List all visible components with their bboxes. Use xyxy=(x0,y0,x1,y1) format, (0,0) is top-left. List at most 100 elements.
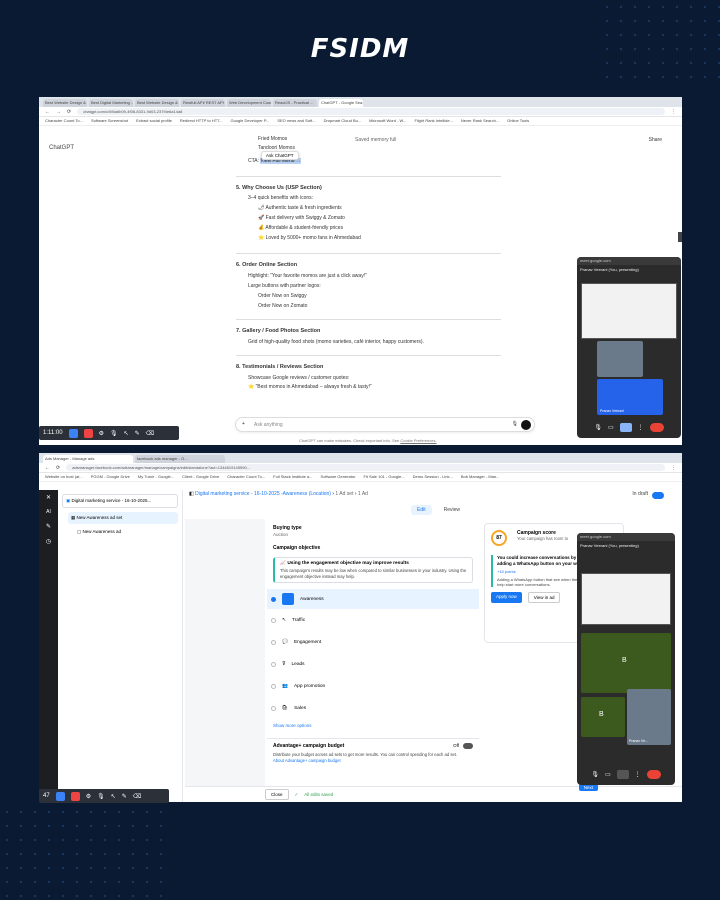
more-icon[interactable]: ⋮ xyxy=(638,424,644,431)
reload-icon[interactable]: ⟳ xyxy=(56,465,60,471)
eraser-icon[interactable]: ⌫ xyxy=(146,430,154,437)
model-selector[interactable]: ChatGPT xyxy=(49,145,74,151)
bookmark[interactable]: Online Tools xyxy=(507,118,529,124)
bookmark[interactable]: Full Stack Institute a... xyxy=(273,474,312,480)
reload-icon[interactable]: ⟳ xyxy=(67,109,71,115)
pen-icon[interactable]: ✎ xyxy=(135,430,140,437)
budget-link[interactable]: About Advantage+ campaign budget xyxy=(273,758,473,763)
chat-input[interactable]: + Ask anything 🎙 xyxy=(235,417,535,432)
bookmark[interactable]: Software Generator xyxy=(321,474,356,480)
cursor-icon[interactable]: ↖ xyxy=(111,793,116,800)
breadcrumb-ad[interactable]: 1 Ad xyxy=(358,491,368,497)
bookmark[interactable]: Fit Sale 101 - Google... xyxy=(363,474,404,480)
present-icon[interactable] xyxy=(619,423,632,432)
bookmark[interactable]: Demo Session - Link... xyxy=(413,474,453,480)
budget-toggle[interactable] xyxy=(463,743,473,749)
objective-option[interactable]: ⊽ Leads xyxy=(267,653,479,675)
bookmark[interactable]: Microsoft Word - W... xyxy=(369,118,406,124)
bookmark[interactable]: Character Count To... xyxy=(227,474,265,480)
url-field[interactable]: chatgpt.com/c/6f4a6b09-4f08-8331-9d03-23… xyxy=(77,108,665,115)
pause-button[interactable] xyxy=(55,791,65,801)
close-icon[interactable]: ✕ xyxy=(46,494,51,501)
stop-button[interactable] xyxy=(70,791,80,801)
back-icon[interactable]: ← xyxy=(45,465,50,471)
ask-chatgpt-popup[interactable]: Ask ChatGPT xyxy=(261,151,299,160)
tab[interactable]: Best Website Design & ... xyxy=(135,99,179,107)
present-icon[interactable] xyxy=(616,770,629,779)
voice-mode-icon[interactable] xyxy=(521,420,531,430)
ai-icon[interactable]: AI xyxy=(46,509,51,515)
bookmark[interactable]: Google Developer P... xyxy=(231,118,270,124)
tab[interactable]: Best Digital Marketing ... xyxy=(89,99,133,107)
show-more-options[interactable]: Show more options xyxy=(273,723,479,728)
bookmark[interactable]: My Tutoir - Google... xyxy=(138,474,174,480)
bookmark[interactable]: Extract social profile xyxy=(136,118,172,124)
objective-option[interactable]: 💬 Engagement xyxy=(267,631,479,653)
tab[interactable]: ReactJS - Practical ... xyxy=(273,99,317,107)
campaign-tree: ▣ Digital marketing service - 16-10-2025… xyxy=(58,490,183,802)
mic-icon[interactable]: 🎙 xyxy=(594,424,602,431)
bookmark[interactable]: SEO news and Soft... xyxy=(277,118,315,124)
settings-icon[interactable]: ⚙ xyxy=(86,793,91,800)
camera-icon[interactable]: ▭ xyxy=(605,771,611,778)
participant-name: Pranav Ve... xyxy=(629,739,649,743)
camera-icon[interactable]: ▭ xyxy=(608,424,614,431)
mic-icon[interactable]: 🎙 xyxy=(591,771,599,778)
plus-icon[interactable]: + xyxy=(242,421,245,427)
pen-icon[interactable]: ✎ xyxy=(122,793,127,800)
tree-campaign[interactable]: ▣ Digital marketing service - 16-10-2025… xyxy=(62,494,178,508)
review-tab[interactable]: Review xyxy=(438,505,466,515)
bookmark[interactable]: Never Rank Search... xyxy=(461,118,499,124)
history-icon[interactable]: ◷ xyxy=(46,538,51,545)
extensions-icon[interactable]: ⋮ xyxy=(671,109,676,115)
cursor-icon[interactable]: ↖ xyxy=(124,430,129,437)
bookmark[interactable]: Software Screenshot xyxy=(91,118,128,124)
extensions-icon[interactable]: ⋮ xyxy=(671,465,676,471)
forward-icon[interactable]: → xyxy=(56,109,61,115)
mic-icon[interactable]: 🎙 xyxy=(97,793,105,800)
more-icon[interactable]: ⋮ xyxy=(635,771,641,778)
objective-option[interactable]: ↖ Traffic xyxy=(267,609,479,631)
bookmark[interactable]: Bob Manager - Man... xyxy=(461,474,500,480)
objective-option[interactable]: 👥 App promotion xyxy=(267,675,479,697)
bookmark[interactable]: Website on host (at... xyxy=(45,474,83,480)
tab[interactable]: Web Development Course ... xyxy=(227,99,271,107)
tab[interactable]: Best Website Design & ... xyxy=(43,99,87,107)
tab-active[interactable]: Ads Manager - Manage ads xyxy=(43,455,133,463)
objective-option[interactable]: 🛍 Sales xyxy=(267,697,479,719)
mic-icon[interactable]: 🎙 xyxy=(512,421,518,427)
pause-button[interactable] xyxy=(68,428,78,438)
bookmark[interactable]: Dropmart Cloud Bu... xyxy=(324,118,362,124)
view-in-ad-button[interactable]: View in ad xyxy=(527,592,561,603)
tree-adset[interactable]: ▦ New Awareness ad set xyxy=(68,512,178,524)
tab-active[interactable]: ChatGPT - Google Sea... xyxy=(319,99,363,107)
settings-icon[interactable]: ⚙ xyxy=(99,430,104,437)
back-icon[interactable]: ← xyxy=(45,109,50,115)
mic-icon[interactable]: 🎙 xyxy=(110,430,118,437)
edit-icon[interactable]: ✎ xyxy=(46,523,51,530)
edit-tab[interactable]: Edit xyxy=(411,505,432,515)
url-field[interactable]: adsmanager.facebook.com/adsmanager/manag… xyxy=(66,464,665,471)
bookmark[interactable]: Flight Rank Intellide... xyxy=(414,118,452,124)
bookmark[interactable]: PGGM - Google Drive xyxy=(91,474,130,480)
eraser-icon[interactable]: ⌫ xyxy=(133,793,141,800)
breadcrumb-campaign[interactable]: Digital marketing service - 16-10-2025 -… xyxy=(195,491,331,497)
apply-now-button[interactable]: Apply now xyxy=(491,592,522,603)
share-button[interactable]: Share xyxy=(649,137,662,143)
bookmark[interactable]: Client - Google Drive xyxy=(182,474,219,480)
stop-button[interactable] xyxy=(83,428,93,438)
tab[interactable]: Restfull API/ REST API ... xyxy=(181,99,225,107)
bookmark[interactable]: Character Count To... xyxy=(45,118,83,124)
close-button[interactable]: Close xyxy=(265,789,289,800)
tree-ad[interactable]: ▢ New Awareness ad xyxy=(74,526,178,538)
end-call-button[interactable] xyxy=(649,423,664,432)
tab[interactable]: facebook ads manager - G... xyxy=(135,455,225,463)
bookmark[interactable]: Redirect HTTP to HTT... xyxy=(180,118,223,124)
end-call-button[interactable] xyxy=(646,770,661,779)
next-button[interactable]: Next xyxy=(578,784,598,791)
cookie-preferences-link[interactable]: Cookie Preferences. xyxy=(400,438,436,443)
right-edge-handle[interactable] xyxy=(678,232,682,242)
toggle-icon[interactable] xyxy=(652,492,664,499)
breadcrumb-adset[interactable]: 1 Ad set xyxy=(335,491,353,497)
objective-option-selected[interactable]: Awareness xyxy=(267,589,479,609)
